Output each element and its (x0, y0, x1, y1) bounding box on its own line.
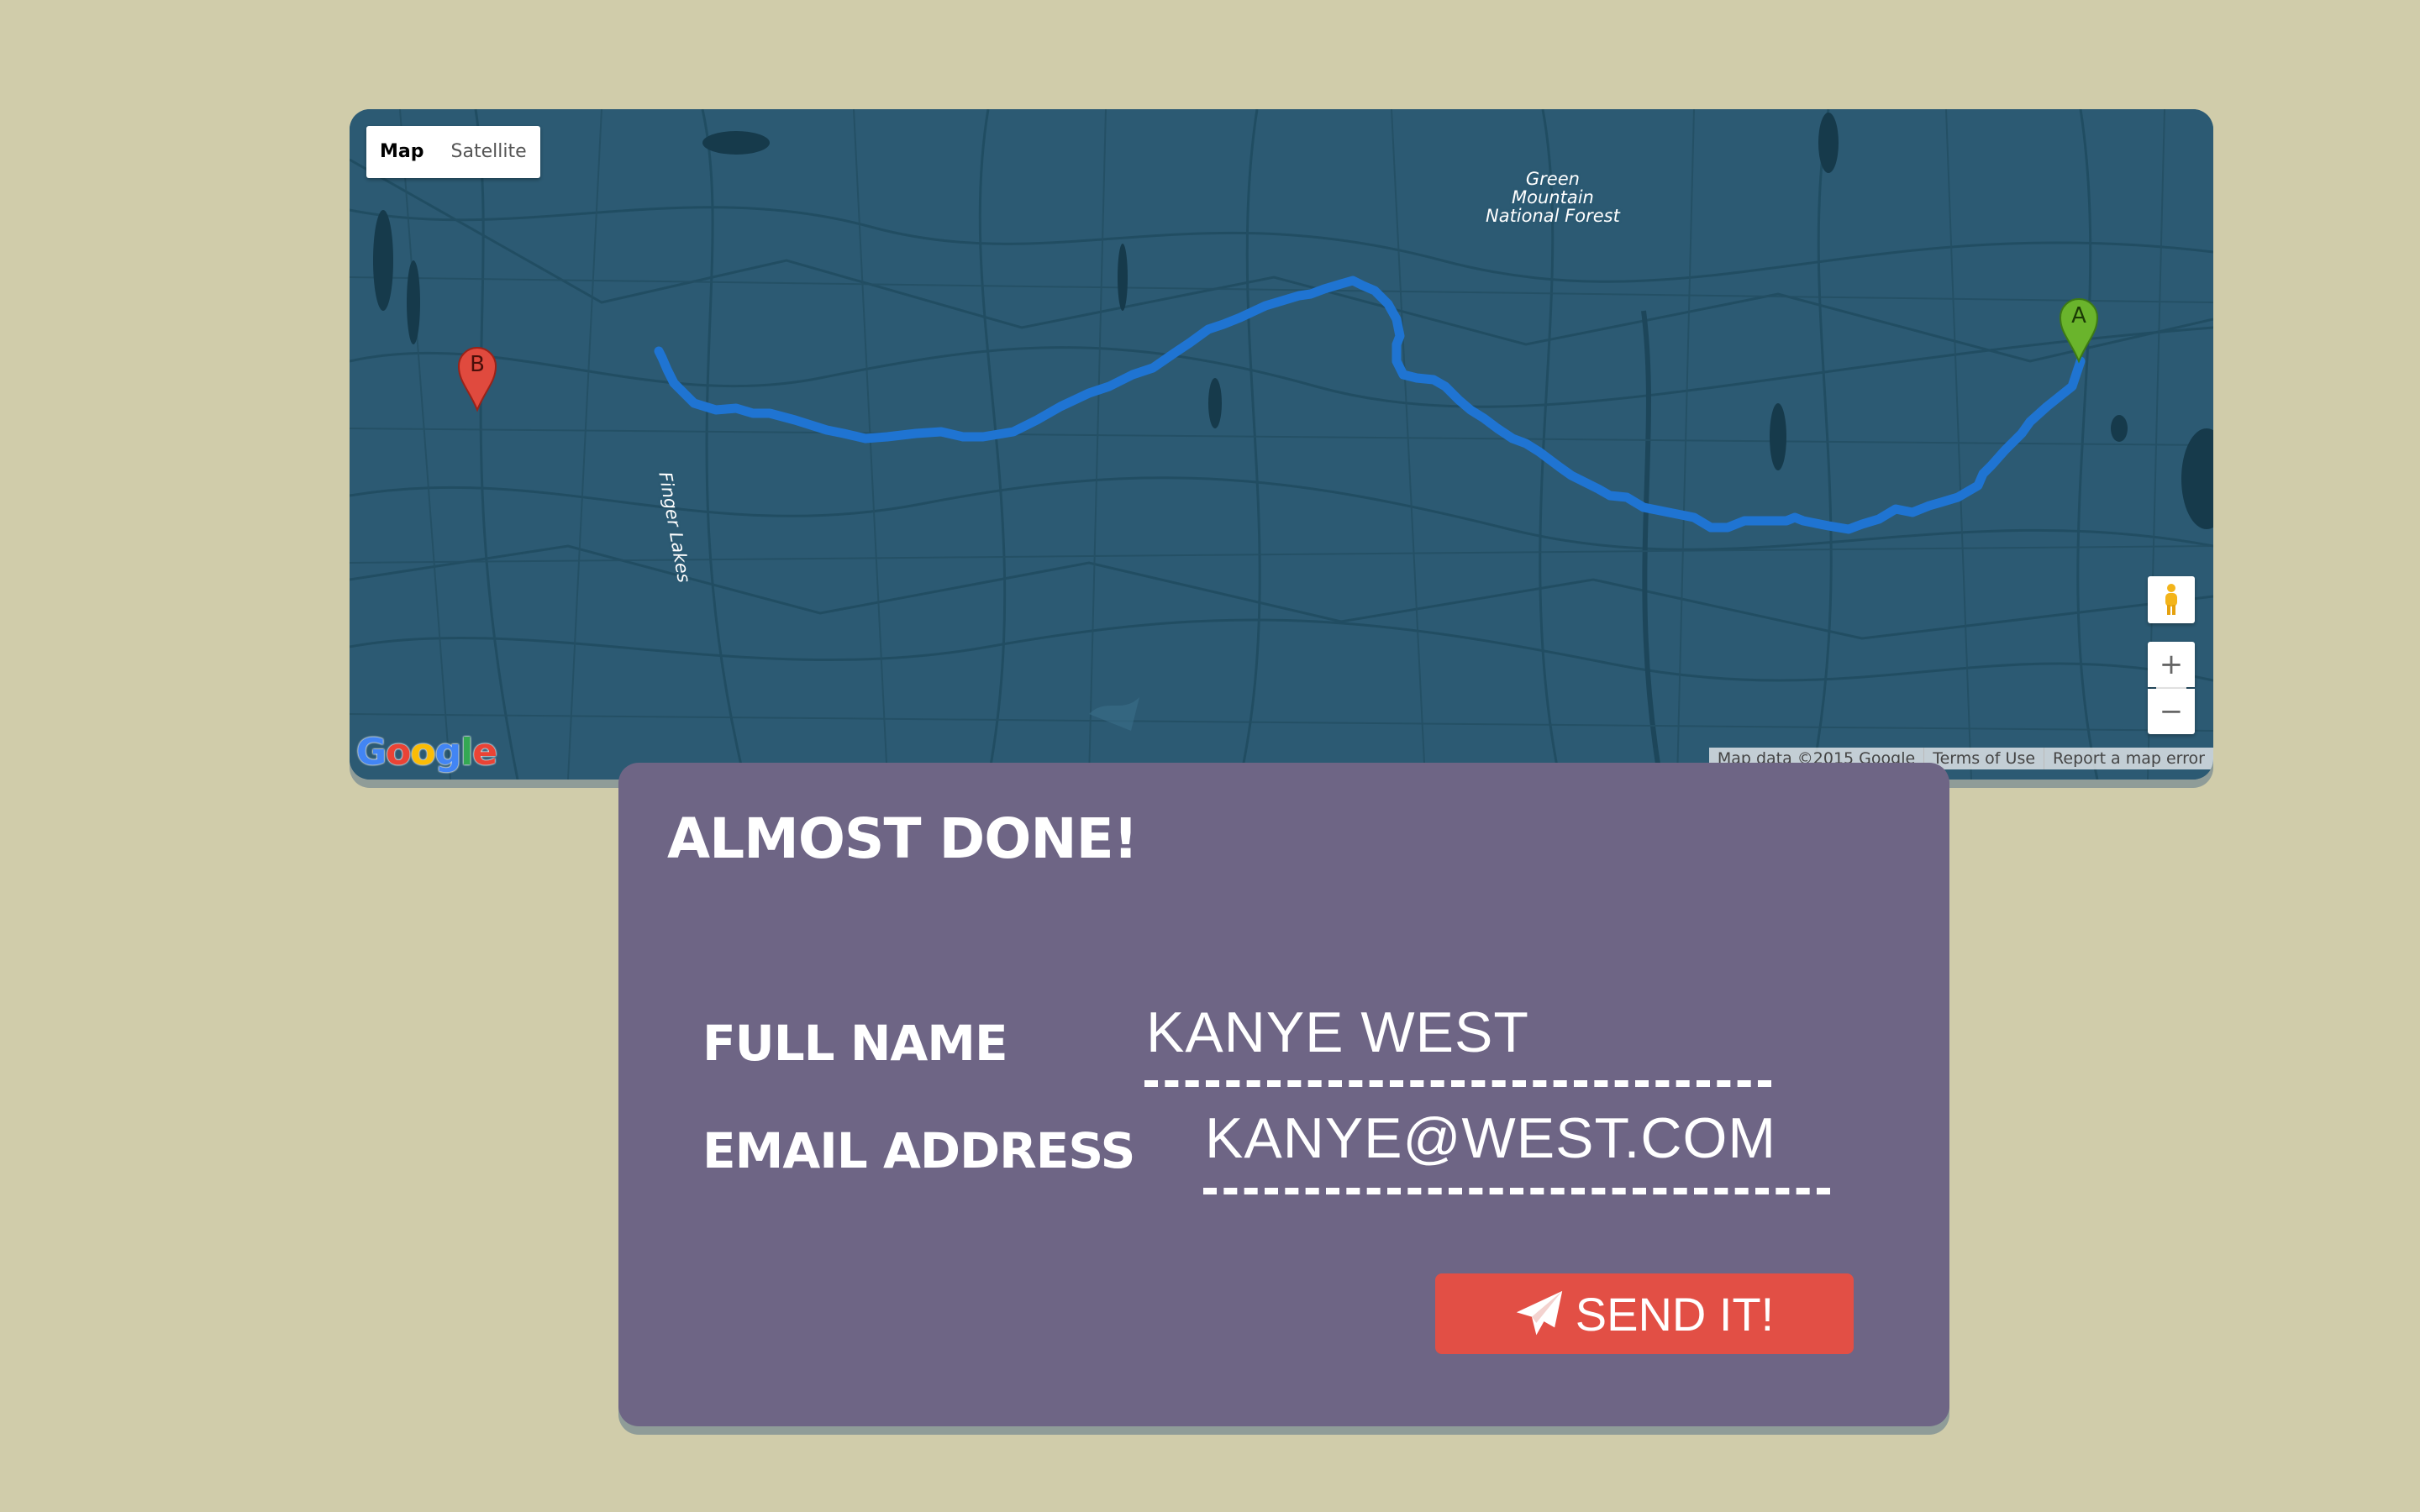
full-name-field[interactable]: KANYE WEST (1146, 1000, 1529, 1065)
report-map-error-link[interactable]: Report a map error (2044, 748, 2213, 769)
marker-a-letter: A (2071, 303, 2086, 328)
email-address-label: EMAIL ADDRESS (702, 1122, 1135, 1179)
google-logo[interactable]: Google (356, 731, 497, 774)
full-name-underline (1144, 1080, 1771, 1087)
full-name-label: FULL NAME (702, 1015, 1008, 1072)
marker-b-letter: B (470, 352, 485, 377)
forest-label: Green Mountain National Forest (1486, 169, 1620, 226)
contact-form-card: ALMOST DONE! FULL NAME KANYE WEST EMAIL … (618, 763, 1949, 1426)
zoom-in-button[interactable]: + (2148, 642, 2195, 687)
route-map[interactable]: A B Map Satellite Green Mountain Nationa… (350, 109, 2213, 780)
street-view-pegman-icon[interactable] (2148, 576, 2195, 623)
send-button[interactable]: SEND IT! (1435, 1273, 1854, 1354)
map-canvas[interactable]: A B (350, 109, 2213, 780)
email-address-underline (1203, 1188, 1830, 1194)
map-type-map-button[interactable]: Map (366, 126, 438, 178)
send-button-label: SEND IT! (1575, 1287, 1775, 1341)
zoom-out-button[interactable]: − (2148, 689, 2195, 734)
map-type-control[interactable]: Map Satellite (366, 126, 540, 178)
map-type-satellite-button[interactable]: Satellite (438, 126, 540, 178)
paper-plane-icon (1516, 1290, 1562, 1336)
form-title: ALMOST DONE! (667, 806, 1139, 871)
email-address-field[interactable]: KANYE@WEST.COM (1205, 1105, 1776, 1171)
